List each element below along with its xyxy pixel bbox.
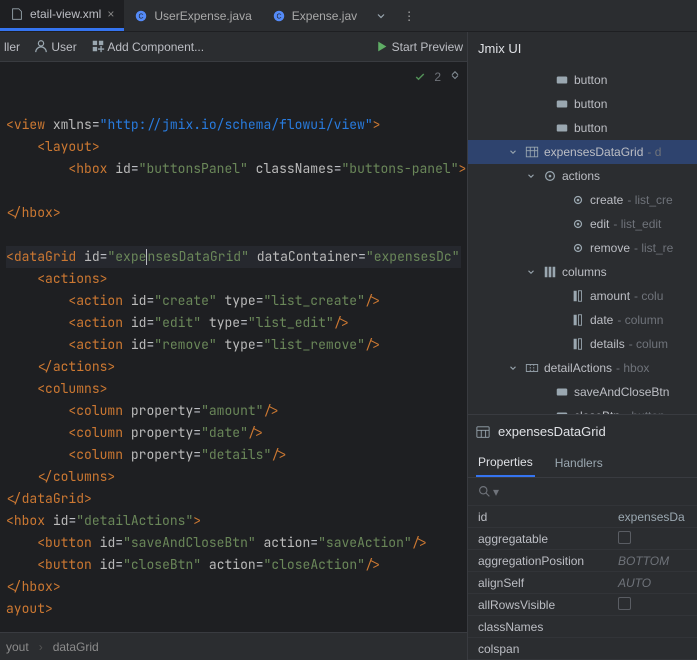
file-icon: C — [134, 9, 148, 23]
code-editor[interactable]: 2 <view xmlns="http://jmix.io/schema/flo… — [0, 62, 467, 632]
dot-icon — [570, 217, 586, 231]
breadcrumb-item[interactable]: dataGrid — [53, 640, 99, 654]
col-icon — [570, 313, 586, 327]
property-row[interactable]: alignSelfAUTO — [468, 572, 697, 594]
property-row[interactable]: aggregatable — [468, 528, 697, 550]
jmix-ui-panel: Jmix UI buttonbuttonbuttonexpensesDataGr… — [467, 32, 697, 660]
tree-item[interactable]: expensesDataGrid - d — [468, 140, 697, 164]
breadcrumb-item[interactable]: yout — [6, 640, 29, 654]
more-icon[interactable]: ⋮ — [395, 9, 423, 23]
svg-text:C: C — [276, 13, 281, 20]
dot-icon — [570, 193, 586, 207]
add-component-button[interactable]: Add Component... — [91, 39, 204, 54]
hbox-icon — [524, 361, 540, 375]
tree-item[interactable]: create - list_cre — [468, 188, 697, 212]
editor-tab[interactable]: CUserExpense.java — [124, 0, 261, 31]
tree-item[interactable]: actions — [468, 164, 697, 188]
checkbox[interactable] — [618, 531, 631, 544]
controller-button[interactable]: ller — [4, 40, 20, 54]
property-table: idexpensesDaaggregatableaggregationPosit… — [468, 506, 697, 660]
component-tree[interactable]: buttonbuttonbuttonexpensesDataGrid - dac… — [468, 64, 697, 414]
col-icon — [570, 289, 586, 303]
box-icon — [554, 121, 570, 135]
inspector-search[interactable]: ▾ — [468, 478, 697, 506]
editor-tab[interactable]: CExpense.jav — [262, 0, 367, 31]
inspector-header: expensesDataGrid — [468, 414, 697, 448]
user-button[interactable]: User — [34, 39, 77, 54]
expand-arrow-icon[interactable] — [506, 363, 520, 373]
box-icon — [554, 97, 570, 111]
tree-item[interactable]: saveAndCloseBtn — [468, 380, 697, 404]
tree-item[interactable]: button — [468, 92, 697, 116]
editor-tab[interactable]: etail-view.xml× — [0, 0, 124, 31]
tree-item[interactable]: closeBtn - button — [468, 404, 697, 414]
dot-icon — [570, 241, 586, 255]
tree-item[interactable]: details - colum — [468, 332, 697, 356]
tree-item[interactable]: columns — [468, 260, 697, 284]
chevron-down-icon[interactable] — [367, 10, 395, 22]
grid-icon — [524, 145, 540, 159]
property-row[interactable]: allRowsVisible — [468, 594, 697, 616]
tree-item[interactable]: date - column — [468, 308, 697, 332]
tree-item[interactable]: remove - list_re — [468, 236, 697, 260]
checkbox[interactable] — [618, 597, 631, 610]
start-preview-button[interactable]: Start Preview — [375, 40, 463, 54]
chevron-right-icon: › — [39, 640, 43, 654]
inspections-widget[interactable]: 2 — [414, 66, 461, 88]
tree-item[interactable]: edit - list_edit — [468, 212, 697, 236]
expand-arrow-icon[interactable] — [506, 147, 520, 157]
tree-item[interactable]: button — [468, 116, 697, 140]
tree-item[interactable]: detailActions - hbox — [468, 356, 697, 380]
gear-icon — [542, 169, 558, 183]
property-row[interactable]: idexpensesDa — [468, 506, 697, 528]
expand-arrow-icon[interactable] — [524, 171, 538, 181]
box-icon — [554, 73, 570, 87]
tab-properties[interactable]: Properties — [476, 448, 535, 477]
file-icon — [10, 7, 24, 21]
property-row[interactable]: colspan — [468, 638, 697, 660]
property-row[interactable]: aggregationPositionBOTTOM — [468, 550, 697, 572]
tree-item[interactable]: button — [468, 68, 697, 92]
editor-toolbar: ller User Add Component... Start Preview — [0, 32, 467, 62]
breadcrumb-bar: yout › dataGrid — [0, 632, 467, 660]
expand-arrow-icon[interactable] — [524, 267, 538, 277]
col-icon — [570, 337, 586, 351]
close-icon[interactable]: × — [107, 7, 114, 21]
tree-item[interactable]: amount - colu — [468, 284, 697, 308]
property-row[interactable]: classNames — [468, 616, 697, 638]
inspector-tabs: Properties Handlers — [468, 448, 697, 478]
panel-title: Jmix UI — [468, 32, 697, 64]
file-icon: C — [272, 9, 286, 23]
svg-text:C: C — [139, 13, 144, 20]
tab-handlers[interactable]: Handlers — [553, 448, 605, 477]
cols-icon — [542, 265, 558, 279]
box-icon — [554, 385, 570, 399]
editor-tabs: etail-view.xml×CUserExpense.javaCExpense… — [0, 0, 697, 32]
